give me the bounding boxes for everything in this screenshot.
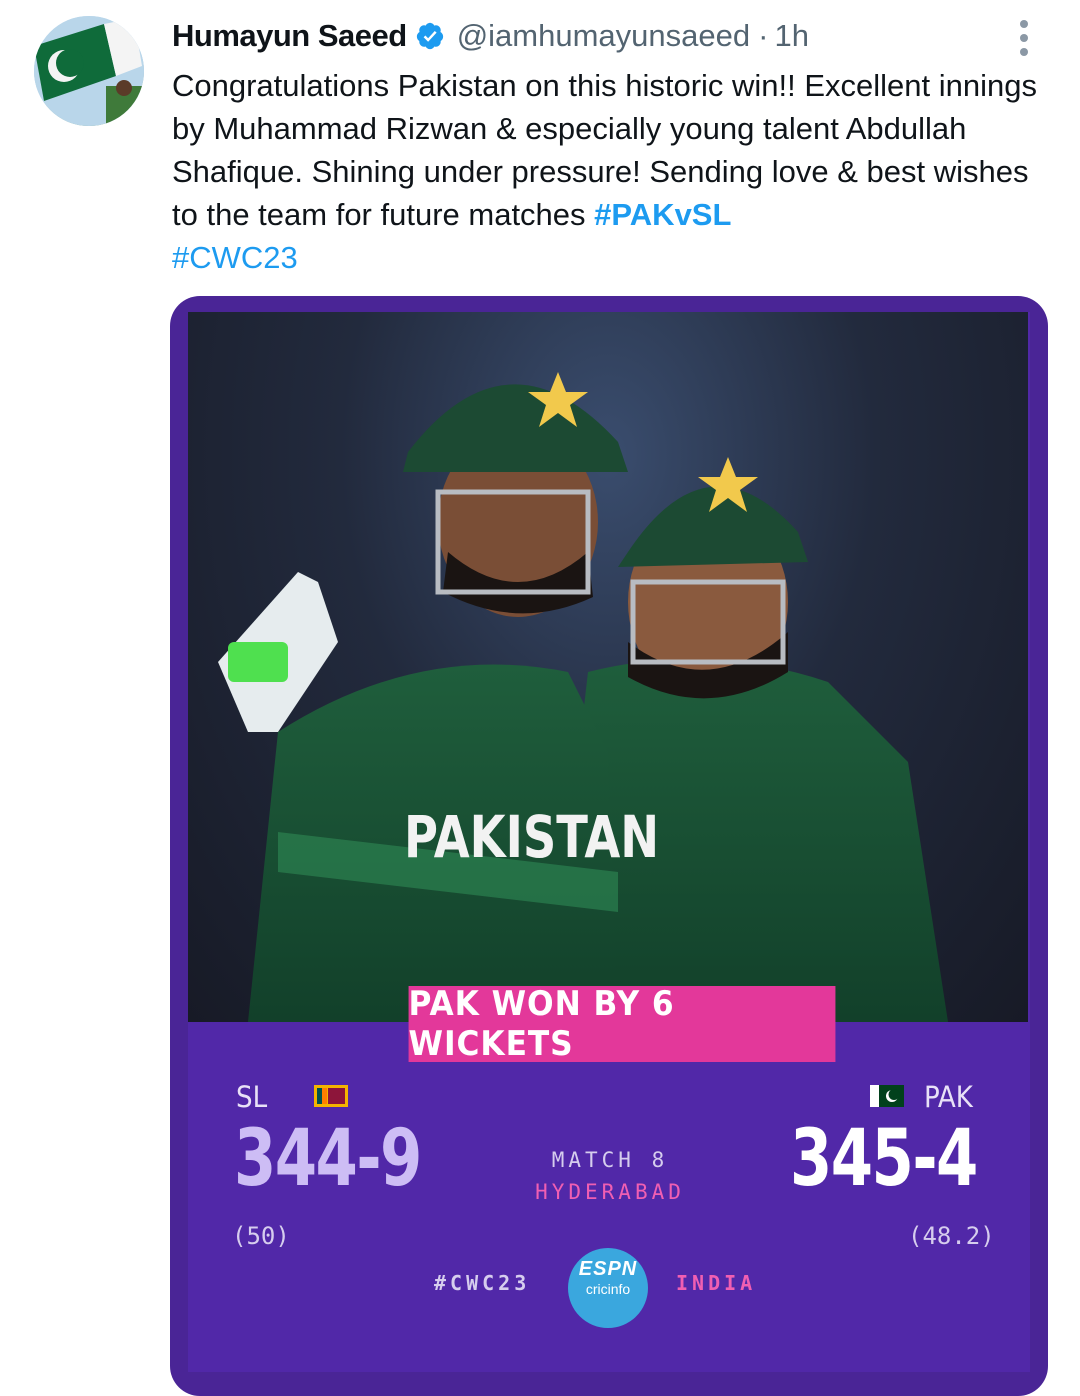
- logo-bottom-text: cricinfo: [585, 1281, 631, 1297]
- timestamp[interactable]: 1h: [774, 18, 808, 54]
- jersey-text: PAKISTAN: [404, 804, 659, 871]
- verified-badge-icon: [416, 22, 443, 50]
- team2-overs: (48.2): [908, 1222, 995, 1250]
- author-handle[interactable]: @iamhumayunsaeed: [457, 18, 750, 54]
- team2-score: 345-4: [790, 1114, 978, 1204]
- team1-overs: (50): [232, 1222, 290, 1250]
- espncricinfo-logo: ESPN cricinfo: [568, 1248, 648, 1328]
- match-number: MATCH 8: [551, 1148, 669, 1172]
- tournament-tag: #CWC23: [434, 1271, 531, 1295]
- hashtag-pakvsl[interactable]: #PAKvSL: [594, 197, 731, 232]
- more-options-icon[interactable]: [1010, 18, 1038, 58]
- sri-lanka-flag-icon: [314, 1085, 348, 1107]
- tweet-media[interactable]: PAKISTAN PAK WON BY 6 WICKETS SL 344-9 (…: [170, 296, 1048, 1396]
- tweet-header: Humayun Saeed @iamhumayunsaeed · 1h: [172, 14, 809, 58]
- tweet-text: Congratulations Pakistan on this histori…: [172, 64, 1042, 279]
- separator-dot: ·: [758, 18, 769, 53]
- players-illustration: PAKISTAN: [218, 372, 948, 1022]
- avatar[interactable]: [34, 16, 144, 126]
- logo-top-text: ESPN: [578, 1258, 638, 1280]
- hashtag-cwc23[interactable]: #CWC23: [172, 240, 298, 275]
- players-photo: PAKISTAN: [188, 312, 1028, 1022]
- pakistan-flag-icon: [870, 1085, 904, 1107]
- team2-name: PAK: [924, 1080, 973, 1114]
- country: INDIA: [676, 1271, 757, 1295]
- team1-name: SL: [236, 1080, 268, 1114]
- author-name[interactable]: Humayun Saeed: [172, 18, 407, 54]
- avatar-image: [34, 16, 144, 126]
- result-banner: PAK WON BY 6 WICKETS: [408, 984, 836, 1064]
- team1-score: 344-9: [234, 1114, 422, 1204]
- venue: HYDERABAD: [535, 1180, 685, 1204]
